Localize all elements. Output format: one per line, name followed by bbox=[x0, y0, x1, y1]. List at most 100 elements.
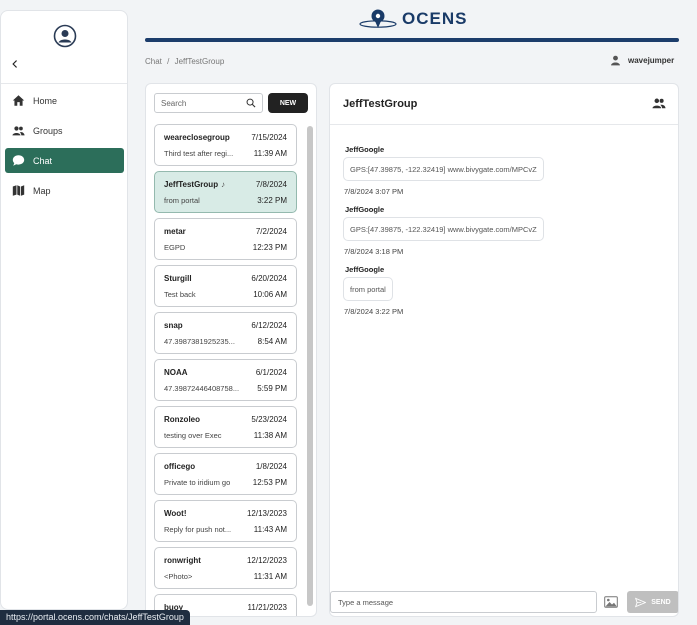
chat-name: NOAA bbox=[164, 368, 188, 377]
chat-time: 5:59 PM bbox=[257, 384, 287, 393]
search-input[interactable] bbox=[161, 98, 241, 108]
chat-list-item[interactable]: officego 1/8/2024 Private to iridium go … bbox=[154, 453, 297, 495]
sidebar-item-map[interactable]: Map bbox=[5, 178, 124, 203]
send-icon bbox=[635, 597, 647, 607]
message-composer: SEND bbox=[330, 590, 678, 616]
breadcrumb-separator: / bbox=[167, 57, 170, 66]
chat-date: 1/8/2024 bbox=[255, 462, 287, 471]
chat-name: Sturgill bbox=[164, 274, 192, 283]
sidebar-item-groups[interactable]: Groups bbox=[5, 118, 124, 143]
sidebar-item-chat[interactable]: Chat bbox=[5, 148, 124, 173]
sidebar-divider bbox=[1, 83, 127, 84]
chat-list-item[interactable]: ronwright 12/12/2023 <Photo> 11:31 AM bbox=[154, 547, 297, 589]
chat-date: 6/12/2024 bbox=[251, 321, 287, 330]
chat-time: 12:53 PM bbox=[252, 478, 287, 487]
message-time: 7/8/2024 3:22 PM bbox=[344, 307, 404, 316]
conversation-panel: JeffTestGroup JeffGoogle GPS:[47.39875, … bbox=[329, 83, 679, 617]
chat-preview: from portal bbox=[164, 196, 200, 205]
chat-date: 7/8/2024 bbox=[255, 180, 287, 189]
chat-date: 7/15/2024 bbox=[251, 133, 287, 142]
chat-date: 12/13/2023 bbox=[246, 509, 287, 518]
sidebar-item-label: Map bbox=[33, 185, 51, 196]
group-members-icon[interactable] bbox=[652, 96, 666, 110]
chat-list-item[interactable]: weareclosegroup 7/15/2024 Third test aft… bbox=[154, 124, 297, 166]
chat-time: 11:39 AM bbox=[253, 149, 287, 158]
image-attach-icon[interactable] bbox=[604, 596, 618, 608]
username: wavejumper bbox=[628, 56, 675, 65]
message-sender: JeffGoogle bbox=[345, 205, 385, 214]
chat-list-item[interactable]: NOAA 6/1/2024 47.39872446408758... 5:59 … bbox=[154, 359, 297, 401]
globe-pin-icon bbox=[359, 9, 397, 28]
chat-date: 5/23/2024 bbox=[251, 415, 287, 424]
chat-name: officego bbox=[164, 462, 196, 471]
chat-name: Ronzoleo bbox=[164, 415, 200, 424]
breadcrumb: Chat / JeffTestGroup bbox=[145, 57, 224, 66]
sidebar-item-label: Chat bbox=[33, 155, 53, 166]
link-status-bar: https://portal.ocens.com/chats/JeffTestG… bbox=[0, 610, 190, 625]
message-time: 7/8/2024 3:18 PM bbox=[344, 247, 404, 256]
chat-preview: Test back bbox=[164, 290, 196, 299]
chat-date: 6/1/2024 bbox=[255, 368, 287, 377]
chat-preview: EGPD bbox=[164, 243, 186, 252]
chat-preview: testing over Exec bbox=[164, 431, 222, 440]
chat-name: ronwright bbox=[164, 556, 201, 565]
breadcrumb-root[interactable]: Chat bbox=[145, 57, 162, 66]
chat-name: JeffTestGroup bbox=[164, 180, 219, 189]
ocens-logo: OCENS bbox=[358, 8, 467, 30]
chat-preview: Reply for push not... bbox=[164, 525, 232, 534]
new-chat-button[interactable]: NEW bbox=[268, 93, 308, 113]
chat-date: 6/20/2024 bbox=[251, 274, 287, 283]
map-icon bbox=[12, 185, 25, 196]
chat-time: 3:22 PM bbox=[257, 196, 287, 205]
chat-list-item[interactable]: Ronzoleo 5/23/2024 testing over Exec 11:… bbox=[154, 406, 297, 448]
message-sender: JeffGoogle bbox=[345, 265, 385, 274]
conversation-divider bbox=[330, 124, 678, 125]
chat-list-scrollbar[interactable] bbox=[307, 126, 313, 606]
chat-time: 11:38 AM bbox=[253, 431, 287, 440]
chat-date: 11/21/2023 bbox=[247, 603, 287, 612]
chat-time: 11:43 AM bbox=[253, 525, 287, 534]
sidebar-item-label: Home bbox=[33, 95, 58, 106]
chat-list-item[interactable]: Sturgill 6/20/2024 Test back 10:06 AM bbox=[154, 265, 297, 307]
send-label: SEND bbox=[651, 598, 671, 606]
chat-date: 12/12/2023 bbox=[246, 556, 287, 565]
sidebar: Home Groups Chat Map bbox=[0, 10, 128, 610]
chat-preview: Third test after regi... bbox=[164, 149, 234, 158]
sidebar-item-label: Groups bbox=[33, 125, 63, 136]
home-icon bbox=[12, 95, 25, 106]
user-menu[interactable]: wavejumper bbox=[610, 55, 674, 66]
breadcrumb-current: JeffTestGroup bbox=[174, 57, 225, 66]
search-box bbox=[154, 93, 263, 113]
message-bubble: GPS:[47.39875, -122.32419] www.bivygate.… bbox=[343, 217, 544, 241]
conversation-title: JeffTestGroup bbox=[343, 98, 418, 110]
music-note-icon: ♪ bbox=[221, 180, 225, 189]
brand-name: OCENS bbox=[402, 9, 468, 28]
message-time: 7/8/2024 3:07 PM bbox=[344, 187, 404, 196]
chat-list: weareclosegroup 7/15/2024 Third test aft… bbox=[154, 124, 297, 616]
chat-list-item[interactable]: Woot! 12/13/2023 Reply for push not... 1… bbox=[154, 500, 297, 542]
chat-name: snap bbox=[164, 321, 183, 330]
header-bar bbox=[145, 38, 679, 42]
message-bubble: from portal bbox=[343, 277, 393, 301]
chat-preview: 47.39872446408758... bbox=[164, 384, 240, 393]
chat-time: 11:31 AM bbox=[253, 572, 287, 581]
chat-icon bbox=[12, 155, 25, 166]
chat-list-item[interactable]: metar 7/2/2024 EGPD 12:23 PM bbox=[154, 218, 297, 260]
search-icon[interactable] bbox=[246, 98, 256, 108]
account-avatar-icon[interactable] bbox=[53, 24, 77, 48]
chat-list-item[interactable]: snap 6/12/2024 47.3987381925235... 8:54 … bbox=[154, 312, 297, 354]
chat-list-item[interactable]: JeffTestGroup ♪ 7/8/2024 from portal 3:2… bbox=[154, 171, 297, 213]
chat-time: 8:54 AM bbox=[257, 337, 287, 346]
chat-time: 10:06 AM bbox=[253, 290, 287, 299]
groups-icon bbox=[12, 126, 25, 136]
chat-name: metar bbox=[164, 227, 186, 236]
chat-preview: <Photo> bbox=[164, 572, 193, 581]
send-button[interactable]: SEND bbox=[627, 591, 678, 613]
message-input[interactable] bbox=[330, 591, 597, 613]
chat-date: 7/2/2024 bbox=[255, 227, 287, 236]
sidebar-item-home[interactable]: Home bbox=[5, 88, 124, 113]
message-sender: JeffGoogle bbox=[345, 145, 385, 154]
chevron-left-icon bbox=[12, 60, 17, 68]
chat-preview: 47.3987381925235... bbox=[164, 337, 235, 346]
collapse-sidebar-button[interactable] bbox=[7, 56, 23, 72]
